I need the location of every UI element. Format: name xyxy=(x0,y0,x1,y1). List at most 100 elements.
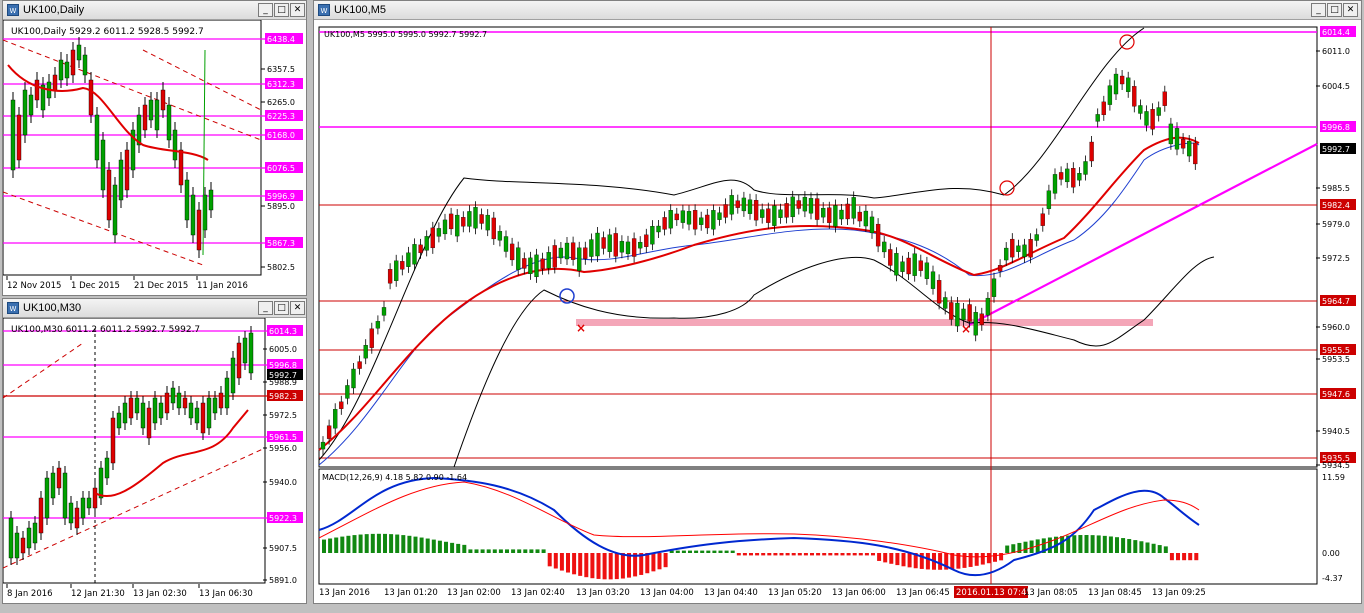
macd-histogram-bar xyxy=(1176,553,1180,561)
price-label: 5992.7 xyxy=(1322,145,1350,154)
macd-histogram-bar xyxy=(1188,553,1193,561)
candle xyxy=(979,313,984,325)
macd-histogram-bar xyxy=(474,549,479,553)
price-label: 5956.0 xyxy=(269,444,297,453)
close-button[interactable]: ✕ xyxy=(1343,3,1358,17)
macd-histogram-bar xyxy=(730,550,735,553)
macd-histogram-bar xyxy=(1047,537,1052,553)
price-label: 5895.0 xyxy=(267,202,295,211)
macd-histogram-bar xyxy=(383,533,387,553)
candle xyxy=(1065,168,1070,183)
macd-histogram-bar xyxy=(962,553,967,568)
macd-histogram-bar xyxy=(389,534,394,553)
macd-histogram-bar xyxy=(834,553,839,556)
candle xyxy=(930,271,936,289)
maximize-button[interactable]: □ xyxy=(274,3,289,17)
candle xyxy=(320,441,326,450)
macd-histogram-bar xyxy=(450,542,455,553)
candle xyxy=(528,257,533,275)
m5-window-title: UK100,M5 xyxy=(334,4,386,16)
candle xyxy=(38,497,44,534)
candle xyxy=(570,242,576,260)
candle xyxy=(14,532,20,559)
candle xyxy=(1083,161,1088,175)
macd-histogram-bar xyxy=(1108,536,1113,553)
minimize-button[interactable]: _ xyxy=(1311,3,1326,17)
minimize-button[interactable]: _ xyxy=(258,301,273,315)
candle xyxy=(943,297,948,309)
candle xyxy=(650,226,655,245)
candle xyxy=(1089,141,1094,162)
minimize-button[interactable]: _ xyxy=(258,3,273,17)
price-label: 5934.5 xyxy=(1322,461,1350,470)
candle xyxy=(467,211,472,227)
candle xyxy=(461,217,466,227)
macd-histogram-bar xyxy=(584,553,589,578)
price-label: 5972.5 xyxy=(1322,254,1350,263)
macd-histogram-bar xyxy=(999,553,1004,561)
candle xyxy=(170,387,176,404)
price-label: 5940.5 xyxy=(1322,427,1350,436)
macd-histogram-bar xyxy=(498,549,503,553)
price-label: 6225.3 xyxy=(267,112,295,121)
macd-histogram-bar xyxy=(1072,535,1077,553)
close-button[interactable]: ✕ xyxy=(290,301,305,315)
candle xyxy=(1046,190,1052,209)
macd-histogram-bar xyxy=(700,550,705,553)
daily-window-title: UK100,Daily xyxy=(23,4,85,16)
m5-price-chart[interactable]: × × UK100,M5 5995.0 5995.0 5992.7 5992.7… xyxy=(314,20,1361,603)
price-label: 6312.3 xyxy=(267,80,295,89)
price-label: 5964.7 xyxy=(1322,297,1350,306)
candle xyxy=(906,257,911,275)
candle xyxy=(206,397,212,429)
m30-price-chart[interactable]: UK100,M30 6011.2 6011.2 5992.7 5992.7 60… xyxy=(3,318,306,603)
candle xyxy=(357,361,362,369)
candle xyxy=(124,149,130,191)
candle xyxy=(967,304,972,322)
daily-chart-window[interactable]: W UK100,Daily _ □ ✕ UK100,Daily 5929.2 6… xyxy=(2,0,307,296)
candle xyxy=(583,247,588,259)
macd-histogram-bar xyxy=(352,535,357,553)
macd-histogram-bar xyxy=(578,553,583,576)
m5-title-bar[interactable]: W UK100,M5 _ □ ✕ xyxy=(314,1,1361,20)
maximize-button[interactable]: □ xyxy=(1327,3,1342,17)
macd-histogram-bar xyxy=(480,549,485,553)
candle xyxy=(985,297,991,316)
price-label: 5802.5 xyxy=(267,263,295,272)
macd-histogram-bar xyxy=(1157,545,1162,553)
candle xyxy=(22,89,28,136)
price-label: 5947.6 xyxy=(1322,390,1350,399)
macd-histogram-bar xyxy=(437,540,442,553)
candle xyxy=(863,210,869,227)
m5-chart-window[interactable]: W UK100,M5 _ □ ✕ × × UK100,M5 5995.0 599… xyxy=(313,0,1362,604)
daily-title-bar[interactable]: W UK100,Daily _ □ ✕ xyxy=(3,1,306,20)
candle xyxy=(692,210,698,230)
macd-info: MACD(12,26,9) 4.18 5.82 0.90 -1.64 xyxy=(322,473,467,482)
macd-histogram-bar xyxy=(816,553,821,556)
close-button[interactable]: ✕ xyxy=(290,3,305,17)
macd-axis-label: 0.00 xyxy=(1322,549,1340,558)
candle xyxy=(839,209,844,220)
candle xyxy=(333,409,338,429)
candle xyxy=(814,198,820,220)
candle xyxy=(516,247,521,270)
macd-histogram-bar xyxy=(425,538,430,553)
m30-title-bar[interactable]: W UK100,M30 _ □ ✕ xyxy=(3,299,306,318)
candle xyxy=(1016,245,1021,252)
price-label: 5996.8 xyxy=(1322,123,1350,132)
maximize-button[interactable]: □ xyxy=(274,301,289,315)
m30-chart-window[interactable]: W UK100,M30 _ □ ✕ UK100,M30 6011.2 6011.… xyxy=(2,298,307,604)
candle xyxy=(58,59,64,81)
macd-histogram-bar xyxy=(675,550,680,553)
macd-histogram-bar xyxy=(938,553,943,570)
macd-histogram-bar xyxy=(797,553,802,556)
candle xyxy=(351,368,356,389)
daily-price-chart[interactable]: UK100,Daily 5929.2 6011.2 5928.5 5992.7 … xyxy=(3,20,306,295)
macd-histogram-bar xyxy=(1096,535,1101,553)
candle xyxy=(56,467,62,489)
candle xyxy=(80,497,86,519)
macd-histogram-bar xyxy=(907,553,912,568)
chart-window-icon: W xyxy=(7,4,19,16)
candle xyxy=(851,197,856,219)
price-label: 6005.0 xyxy=(269,345,297,354)
